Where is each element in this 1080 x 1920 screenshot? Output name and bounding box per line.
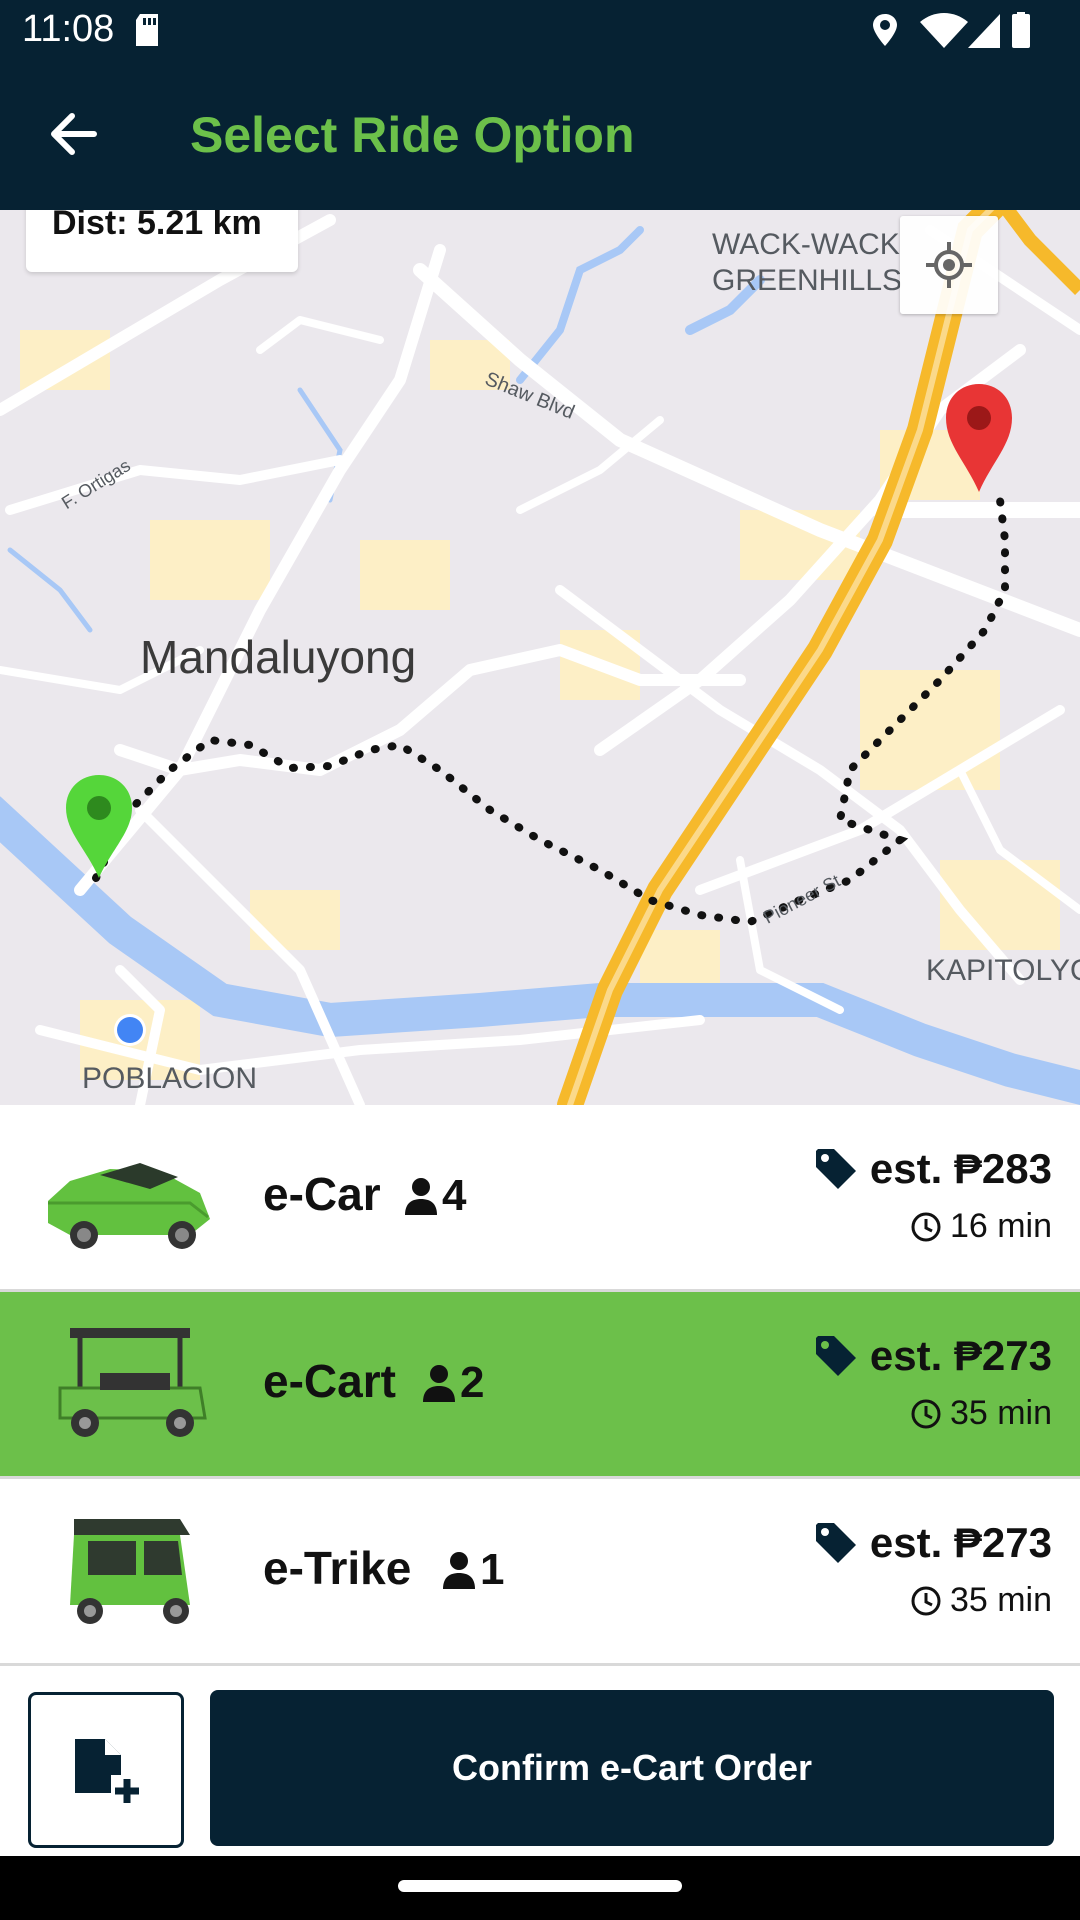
ride-option-e-car[interactable]: e-Car 4 est. ₱283 16 min bbox=[0, 1105, 1080, 1292]
person-icon bbox=[405, 1178, 437, 1215]
my-location-icon bbox=[926, 242, 972, 288]
signal-icon bbox=[968, 14, 1000, 48]
my-location-button[interactable] bbox=[900, 216, 998, 314]
price-row: est. ₱273 bbox=[814, 1519, 1052, 1567]
map-label-wack-wack: WACK-WACK bbox=[712, 228, 900, 261]
eta-row: 35 min bbox=[910, 1394, 1052, 1433]
battery-icon bbox=[1012, 12, 1030, 48]
tricycle-icon bbox=[40, 1505, 220, 1635]
eta: 16 min bbox=[949, 1207, 1052, 1245]
price-row: est. ₱273 bbox=[814, 1332, 1052, 1380]
wifi-icon bbox=[920, 13, 968, 48]
location-icon bbox=[873, 14, 897, 46]
price: est. ₱273 bbox=[869, 1332, 1052, 1379]
confirm-order-button[interactable]: Confirm e-Cart Order bbox=[210, 1690, 1054, 1846]
price: est. ₱273 bbox=[869, 1519, 1052, 1566]
capacity: 1 bbox=[442, 1545, 504, 1595]
page-title: Select Ride Option bbox=[190, 107, 635, 163]
status-bar: 11:08 bbox=[0, 0, 1080, 62]
map-label-poblacion: POBLACION bbox=[82, 1062, 258, 1095]
system-nav-bar bbox=[0, 1856, 1080, 1920]
bottom-action-bar: Confirm e-Cart Order bbox=[0, 1666, 1080, 1856]
ride-option-list: e-Car 4 est. ₱283 16 min e-Cart 2 est. ₱… bbox=[0, 1105, 1080, 1666]
capacity-count: 2 bbox=[460, 1358, 485, 1407]
tag-icon bbox=[815, 1336, 856, 1376]
sd-card-icon bbox=[134, 14, 160, 51]
green-pin-icon bbox=[66, 775, 132, 878]
clock-icon bbox=[911, 1399, 941, 1428]
price: est. ₱283 bbox=[869, 1145, 1052, 1192]
capacity: 4 bbox=[404, 1171, 466, 1221]
tag-icon bbox=[815, 1149, 856, 1189]
ride-name: e-Car bbox=[263, 1168, 381, 1220]
status-time: 11:08 bbox=[22, 8, 115, 50]
map-label-mandaluyong: Mandaluyong bbox=[140, 631, 417, 683]
eta-row: 16 min bbox=[910, 1207, 1052, 1246]
route-map[interactable]: WACK-WACK GREENHILLS Mandaluyong KAPITOL… bbox=[0, 210, 1080, 1105]
arrow-left-icon bbox=[51, 113, 97, 155]
eta: 35 min bbox=[949, 1581, 1052, 1619]
ride-option-e-cart[interactable]: e-Cart 2 est. ₱273 35 min bbox=[0, 1292, 1080, 1479]
clock-icon bbox=[911, 1586, 941, 1615]
distance-card: Dist: 5.21 km bbox=[26, 210, 298, 272]
capacity: 2 bbox=[422, 1358, 484, 1408]
home-handle[interactable] bbox=[398, 1880, 682, 1892]
ride-option-e-trike[interactable]: e-Trike 1 est. ₱273 35 min bbox=[0, 1479, 1080, 1666]
person-icon bbox=[423, 1365, 455, 1402]
capacity-count: 1 bbox=[480, 1545, 505, 1594]
add-note-button[interactable] bbox=[28, 1692, 184, 1848]
capacity-count: 4 bbox=[442, 1171, 467, 1220]
map-label-kapitolyo: KAPITOLYO bbox=[926, 954, 1080, 987]
eta: 35 min bbox=[949, 1394, 1052, 1432]
price-row: est. ₱283 bbox=[814, 1145, 1052, 1193]
ride-name: e-Trike bbox=[263, 1542, 412, 1594]
add-note-icon bbox=[75, 1739, 139, 1803]
distance-label: Dist: 5.21 km bbox=[52, 210, 262, 242]
ride-name: e-Cart bbox=[263, 1355, 396, 1407]
golf-cart-icon bbox=[40, 1318, 220, 1448]
app-bar: Select Ride Option bbox=[0, 62, 1080, 210]
clock-icon bbox=[911, 1212, 941, 1241]
back-button[interactable] bbox=[44, 104, 104, 164]
tag-icon bbox=[815, 1523, 856, 1563]
map-label-greenhills: GREENHILLS bbox=[712, 264, 903, 297]
person-icon bbox=[443, 1552, 475, 1589]
eta-row: 35 min bbox=[910, 1581, 1052, 1620]
status-icons bbox=[872, 12, 1052, 57]
car-icon bbox=[40, 1131, 220, 1261]
